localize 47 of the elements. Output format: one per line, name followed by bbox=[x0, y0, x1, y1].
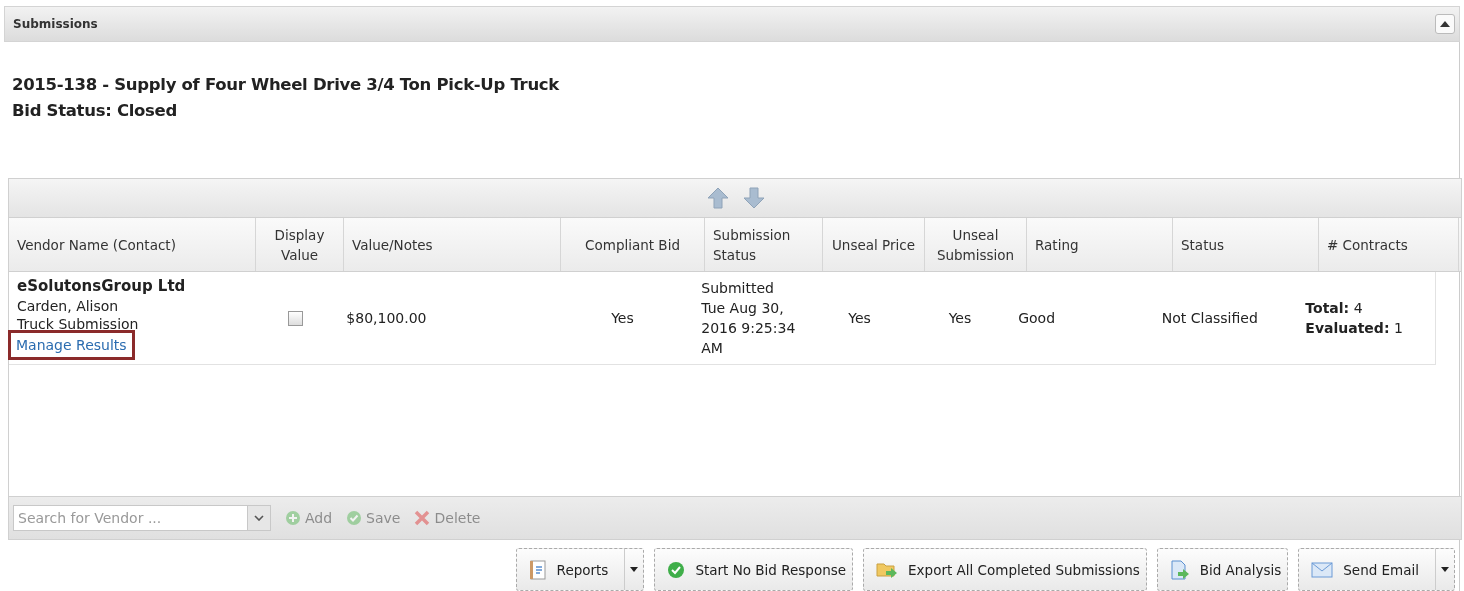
action-button[interactable]: Start No Bid Response bbox=[654, 548, 854, 591]
contracts-count: Evaluated: 1 bbox=[1305, 319, 1403, 338]
collapse-icon bbox=[1440, 21, 1450, 27]
collapse-button[interactable] bbox=[1435, 14, 1455, 34]
folder-arrow-icon bbox=[876, 560, 899, 579]
column-header[interactable]: # Contracts bbox=[1319, 218, 1459, 271]
submission-note: Truck Submission bbox=[17, 316, 139, 332]
column-header[interactable]: Vendor Name (Contact) bbox=[9, 218, 256, 271]
checkbox[interactable] bbox=[287, 310, 303, 326]
chevron-down-icon bbox=[254, 515, 264, 521]
table-cell-text: Yes bbox=[948, 309, 972, 328]
notebook-icon bbox=[528, 559, 547, 580]
document-arrow-icon bbox=[1169, 559, 1190, 580]
vendor-search-field[interactable]: Search for Vendor ... bbox=[14, 506, 247, 530]
table-cell-text: Submitted Tue Aug 30, 2016 9:25:34 AM bbox=[701, 279, 797, 358]
column-header[interactable]: Unseal Price bbox=[823, 218, 925, 271]
plus-icon bbox=[285, 510, 301, 526]
bid-status: Bid Status: Closed bbox=[11, 100, 178, 122]
table-cell-text: Yes bbox=[848, 309, 871, 328]
table-cell-text: Yes bbox=[611, 309, 634, 328]
column-header[interactable]: Submission Status bbox=[705, 218, 823, 271]
check-icon bbox=[346, 510, 363, 526]
table-cell-text: Not Classified bbox=[1161, 309, 1258, 328]
action-button[interactable]: Bid Analysis bbox=[1156, 548, 1289, 591]
caret-icon bbox=[1441, 567, 1449, 572]
panel-title: Submissions bbox=[13, 17, 98, 31]
action-button[interactable]: Reports bbox=[515, 548, 645, 591]
column-header[interactable]: Value/Notes bbox=[344, 218, 561, 271]
manage-results-link[interactable]: Manage Results bbox=[16, 337, 127, 353]
action-button[interactable]: Send Email bbox=[1298, 548, 1455, 591]
vendor-name: eSolutonsGroup Ltd bbox=[17, 276, 186, 296]
column-header[interactable]: Status bbox=[1173, 218, 1319, 271]
action-button[interactable]: Export All Completed Submissions bbox=[863, 548, 1147, 591]
bid-title: 2015-138 - Supply of Four Wheel Drive 3/4 Ton Pick-Up Truck bbox=[11, 74, 560, 96]
delete-icon bbox=[414, 510, 431, 526]
caret-icon bbox=[630, 567, 639, 572]
table-cell-text: Good bbox=[1018, 309, 1056, 328]
vendor-search-box[interactable]: Search for Vendor ... bbox=[13, 505, 271, 531]
contact-name: Carden, Alison bbox=[17, 297, 119, 316]
table-cell-text: $80,100.00 bbox=[346, 309, 427, 328]
envelope-icon bbox=[1311, 561, 1334, 578]
check-icon bbox=[667, 560, 686, 579]
column-header[interactable]: Display Value bbox=[256, 218, 344, 271]
column-header[interactable]: Unseal Submission bbox=[925, 218, 1027, 271]
column-header[interactable]: Compliant Bid bbox=[561, 218, 705, 271]
contracts-count: Total: 4 bbox=[1305, 299, 1363, 318]
column-header[interactable]: Rating bbox=[1027, 218, 1173, 271]
